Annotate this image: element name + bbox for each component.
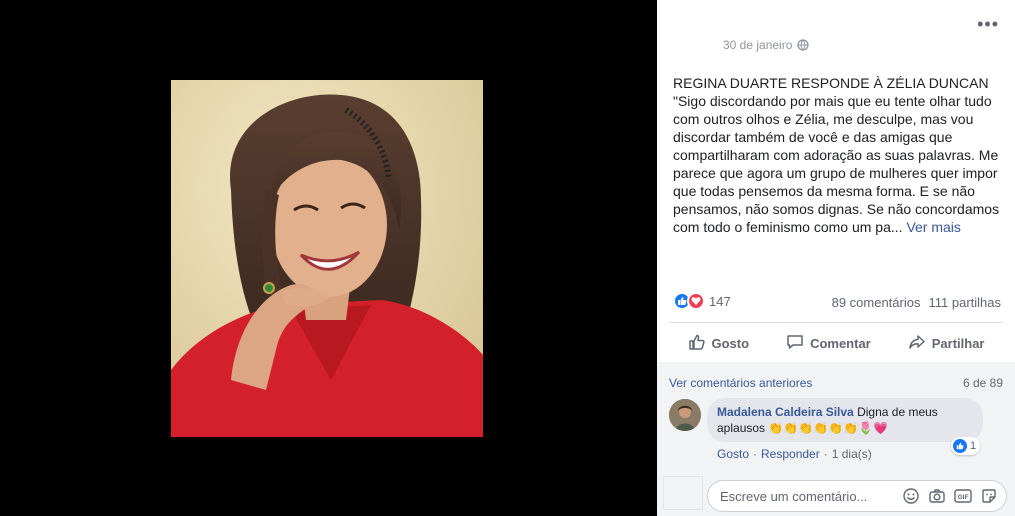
engagement-counts: 89 comentários 111 partilhas [832,295,1001,310]
comment-like-number: 1 [970,440,977,452]
post-photo[interactable] [171,80,483,437]
globe-icon [797,39,810,51]
heart-icon [687,292,705,310]
reactions-summary[interactable]: 147 [673,292,731,310]
comment-meta: Gosto · Responder · 1 dia(s) [717,447,872,461]
comment-reply-button[interactable]: Responder [761,447,820,461]
meta-separator: · [753,447,758,461]
comment-input-tools: GIF [902,487,998,505]
post-date[interactable]: 30 de janeiro [723,38,810,52]
share-button-label: Partilhar [931,335,985,351]
comments-count-link[interactable]: 89 comentários [832,295,921,310]
view-previous-comments-link[interactable]: Ver comentários anteriores [669,376,812,390]
comment-input[interactable] [720,488,902,504]
facebook-photo-viewer: 30 de janeiro ••• REGINA DUARTE RESPONDE… [0,0,1015,516]
speech-bubble-icon [786,333,804,354]
meta-separator: · [823,447,828,461]
share-arrow-icon [908,333,926,354]
portrait-illustration [171,80,483,437]
comment-button[interactable]: Comentar [786,333,871,354]
comment-input-box[interactable]: GIF [707,480,1007,512]
post-date-text[interactable]: 30 de janeiro [723,38,792,52]
divider [669,322,1003,323]
reaction-count[interactable]: 147 [709,294,731,309]
camera-icon[interactable] [928,487,946,505]
like-button[interactable]: Gosto [688,333,750,354]
post-side-panel: 30 de janeiro ••• REGINA DUARTE RESPONDE… [657,0,1015,516]
photo-stage[interactable] [0,0,657,516]
comment-emojis: 👏👏👏👏👏👏🌷💗 [768,421,888,435]
post-title: REGINA DUARTE RESPONDE À ZÉLIA DUNCAN [673,75,989,91]
post-body: "Sigo discordando por mais que eu tente … [673,93,1000,235]
more-options-icon[interactable]: ••• [977,14,999,35]
comment-button-label: Comentar [810,335,871,351]
post-text: REGINA DUARTE RESPONDE À ZÉLIA DUNCAN "S… [673,74,1005,236]
thumbs-up-icon [953,439,967,453]
post-actions: Gosto Comentar Partilhar [669,326,1003,360]
comment-paging: 6 de 89 [962,376,1003,390]
comment-like-button[interactable]: Gosto [717,447,749,461]
smiley-icon[interactable] [902,487,920,505]
sticker-icon[interactable] [980,487,998,505]
comment-bubble: Madalena Caldeira Silva Digna de meus ap… [707,398,983,442]
like-button-label: Gosto [711,335,750,351]
shares-count-link[interactable]: 111 partilhas [928,295,1001,310]
comment-like-count[interactable]: 1 [951,437,981,455]
comment-time[interactable]: 1 dia(s) [832,447,872,461]
comment-author[interactable]: Madalena Caldeira Silva [717,405,854,419]
gif-icon[interactable]: GIF [954,487,972,505]
thumbs-up-icon [688,333,706,354]
see-more-link[interactable]: Ver mais [906,219,960,235]
svg-text:GIF: GIF [958,494,969,501]
current-user-avatar[interactable] [663,476,703,510]
share-button[interactable]: Partilhar [908,333,985,354]
avatar[interactable] [669,399,701,431]
